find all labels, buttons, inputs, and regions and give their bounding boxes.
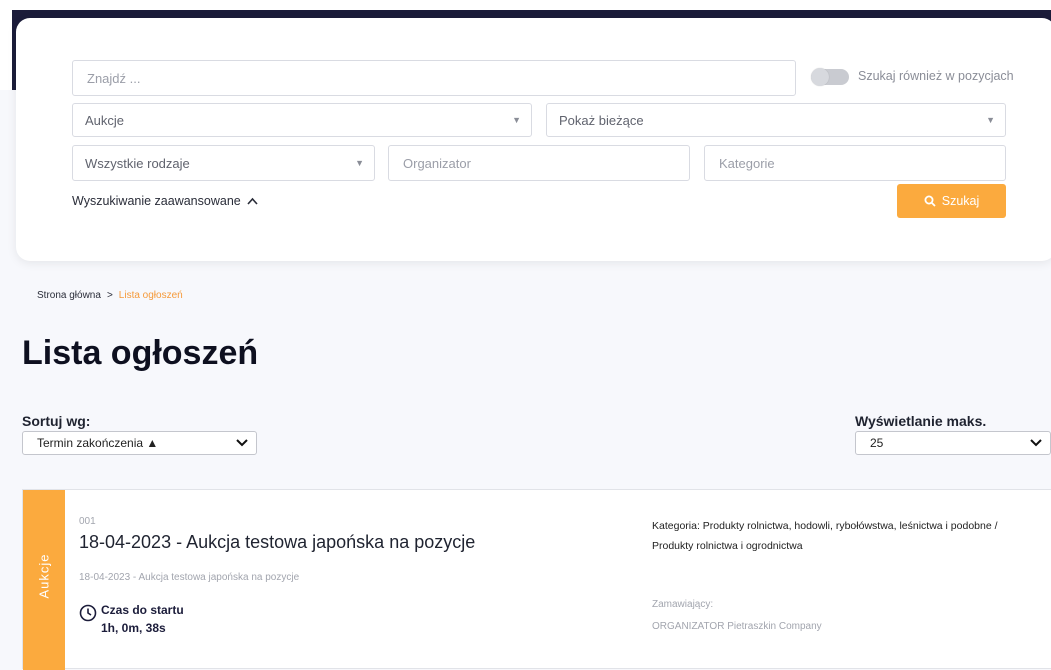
status-select[interactable]: Pokaż bieżące ▼ bbox=[546, 103, 1006, 137]
chevron-down-icon bbox=[1030, 439, 1042, 447]
sort-label: Sortuj wg: bbox=[22, 413, 91, 429]
search-button-label: Szukaj bbox=[941, 194, 980, 208]
organizer-input[interactable] bbox=[388, 145, 690, 181]
status-select-value: Pokaż bieżące bbox=[559, 112, 644, 128]
listing-type-ribbon: Aukcje bbox=[23, 490, 65, 670]
sort-select-value: Termin zakończenia ▲ bbox=[37, 436, 159, 450]
organizer-input-field[interactable] bbox=[401, 154, 689, 172]
listing-card[interactable]: Aukcje 001 18-04-2023 - Aukcja testowa j… bbox=[22, 489, 1051, 670]
listing-category: Kategoria: Produkty rolnictwa, hodowli, … bbox=[652, 520, 998, 552]
advanced-search-toggle[interactable]: Wyszukiwanie zaawansowane bbox=[72, 194, 258, 208]
countdown-label: Czas do startu bbox=[101, 603, 184, 617]
max-display-label: Wyświetlanie maks. bbox=[855, 413, 987, 429]
search-in-items-toggle[interactable] bbox=[811, 68, 849, 86]
chevron-down-icon bbox=[236, 439, 248, 447]
category-input[interactable] bbox=[704, 145, 1006, 181]
chevron-down-icon: ▼ bbox=[512, 115, 521, 125]
listing-subtitle: 18-04-2023 - Aukcja testowa japońska na … bbox=[79, 572, 300, 583]
breadcrumb-home[interactable]: Strona główna bbox=[37, 290, 101, 301]
ribbon-label: Aukcje bbox=[36, 553, 52, 599]
type-select[interactable]: Aukcje ▼ bbox=[72, 103, 532, 137]
max-display-select[interactable]: 25 bbox=[855, 431, 1051, 455]
breadcrumb: Strona główna > Lista ogłoszeń bbox=[37, 290, 183, 301]
advanced-search-label: Wyszukiwanie zaawansowane bbox=[72, 194, 241, 208]
search-icon bbox=[924, 195, 936, 207]
search-input[interactable] bbox=[72, 60, 796, 96]
orderer-label: Zamawiający: bbox=[652, 599, 714, 610]
type-select-value: Aukcje bbox=[85, 112, 125, 128]
chevron-down-icon: ▼ bbox=[355, 158, 364, 168]
breadcrumb-separator: > bbox=[106, 290, 113, 301]
kind-select-value: Wszystkie rodzaje bbox=[85, 155, 190, 171]
page-title: Lista ogłoszeń bbox=[22, 334, 259, 372]
chevron-down-icon: ▼ bbox=[986, 115, 995, 125]
kind-select[interactable]: Wszystkie rodzaje ▼ bbox=[72, 145, 375, 181]
category-input-field[interactable] bbox=[717, 154, 1005, 172]
search-panel bbox=[16, 18, 1051, 261]
toggle-knob bbox=[811, 68, 829, 86]
chevron-up-icon bbox=[247, 197, 258, 205]
breadcrumb-current: Lista ogłoszeń bbox=[118, 290, 183, 301]
clock-icon bbox=[79, 604, 97, 622]
listing-number: 001 bbox=[79, 516, 96, 527]
sort-select[interactable]: Termin zakończenia ▲ bbox=[22, 431, 257, 455]
toggle-label: Szukaj również w pozycjach bbox=[858, 69, 1014, 83]
orderer-value: ORGANIZATOR Pietraszkin Company bbox=[652, 621, 822, 632]
listing-title[interactable]: 18-04-2023 - Aukcja testowa japońska na … bbox=[79, 532, 475, 553]
countdown-value: 1h, 0m, 38s bbox=[101, 621, 166, 635]
max-display-value: 25 bbox=[870, 436, 884, 450]
search-button[interactable]: Szukaj bbox=[897, 184, 1006, 218]
search-input-field[interactable] bbox=[85, 69, 795, 87]
